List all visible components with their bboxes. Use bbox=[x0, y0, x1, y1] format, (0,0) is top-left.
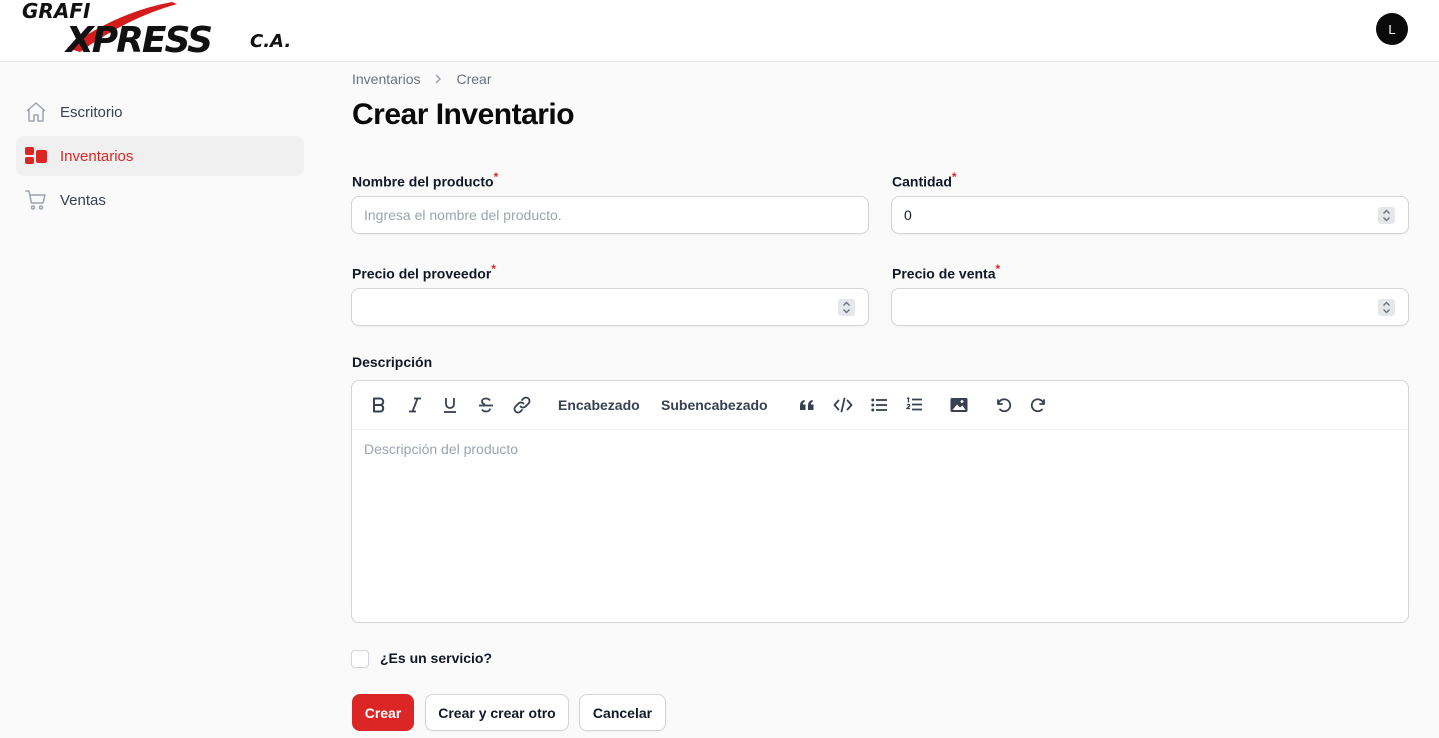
link-icon[interactable] bbox=[511, 394, 533, 416]
required-mark: * bbox=[995, 262, 1001, 276]
supplier-price-input[interactable] bbox=[352, 289, 868, 325]
page-title: Crear Inventario bbox=[352, 98, 575, 131]
sale-price-label: Precio de venta* bbox=[892, 262, 1001, 282]
code-icon[interactable] bbox=[832, 394, 854, 416]
sidebar-item-inventarios[interactable]: Inventarios bbox=[16, 136, 304, 176]
redo-icon[interactable] bbox=[1029, 394, 1049, 416]
breadcrumb: Inventarios Crear bbox=[352, 71, 492, 87]
cart-icon bbox=[24, 188, 48, 212]
sidebar-item-escritorio[interactable]: Escritorio bbox=[16, 92, 304, 132]
required-mark: * bbox=[491, 262, 496, 276]
quantity-label: Cantidad* bbox=[892, 170, 957, 190]
bold-icon[interactable] bbox=[370, 394, 388, 416]
undo-icon[interactable] bbox=[993, 394, 1013, 416]
quantity-field-wrapper bbox=[891, 196, 1409, 234]
number-spinner-icon[interactable] bbox=[1378, 207, 1395, 224]
product-name-label: Nombre del producto* bbox=[352, 170, 499, 190]
is-service-checkbox[interactable] bbox=[351, 650, 369, 668]
quantity-input[interactable] bbox=[892, 197, 1408, 233]
breadcrumb-link-inventarios[interactable]: Inventarios bbox=[352, 71, 420, 87]
sidebar-item-label: Escritorio bbox=[60, 103, 123, 121]
supplier-price-field-wrapper bbox=[351, 288, 869, 326]
create-another-button[interactable]: Crear y crear otro bbox=[425, 694, 569, 731]
number-spinner-icon[interactable] bbox=[838, 299, 855, 316]
sidebar-item-label: Ventas bbox=[60, 191, 106, 209]
image-icon[interactable] bbox=[949, 394, 969, 416]
user-avatar[interactable]: L bbox=[1376, 13, 1408, 45]
inventory-icon bbox=[24, 144, 48, 168]
sidebar-item-ventas[interactable]: Ventas bbox=[16, 180, 304, 220]
is-service-label[interactable]: ¿Es un servicio? bbox=[380, 650, 492, 666]
product-name-field-wrapper bbox=[351, 196, 869, 234]
strikethrough-icon[interactable] bbox=[477, 394, 495, 416]
italic-icon[interactable] bbox=[406, 394, 424, 416]
supplier-price-label: Precio del proveedor* bbox=[352, 262, 496, 282]
svg-text:XPRESS: XPRESS bbox=[64, 20, 211, 60]
ordered-list-icon[interactable] bbox=[905, 394, 923, 416]
sidebar: Escritorio Inventarios Ventas bbox=[16, 92, 304, 224]
underline-icon[interactable] bbox=[441, 394, 459, 416]
blockquote-icon[interactable] bbox=[798, 394, 816, 416]
sale-price-field-wrapper bbox=[891, 288, 1409, 326]
heading-button[interactable]: Encabezado bbox=[558, 394, 640, 416]
create-button[interactable]: Crear bbox=[352, 694, 414, 731]
sidebar-item-label: Inventarios bbox=[60, 147, 134, 165]
sale-price-input[interactable] bbox=[892, 289, 1408, 325]
breadcrumb-current: Crear bbox=[456, 71, 492, 87]
rich-text-editor: Encabezado Subencabezado Descripción del… bbox=[351, 380, 1409, 623]
product-name-input[interactable] bbox=[352, 197, 868, 233]
editor-toolbar: Encabezado Subencabezado bbox=[352, 381, 1408, 430]
chevron-right-icon bbox=[432, 73, 444, 85]
subheading-button[interactable]: Subencabezado bbox=[661, 394, 768, 416]
bullet-list-icon[interactable] bbox=[870, 394, 888, 416]
required-mark: * bbox=[951, 170, 957, 184]
description-label: Descripción bbox=[352, 354, 433, 370]
brand-logo[interactable]: GRAFI XPRESS C.A. bbox=[22, 0, 302, 60]
top-bar: GRAFI XPRESS C.A. L bbox=[0, 0, 1439, 62]
cancel-button[interactable]: Cancelar bbox=[579, 694, 666, 731]
svg-text:C.A.: C.A. bbox=[250, 31, 291, 52]
required-mark: * bbox=[493, 170, 499, 184]
home-icon bbox=[24, 100, 48, 124]
number-spinner-icon[interactable] bbox=[1378, 299, 1395, 316]
description-editor-content[interactable]: Descripción del producto bbox=[364, 441, 518, 457]
